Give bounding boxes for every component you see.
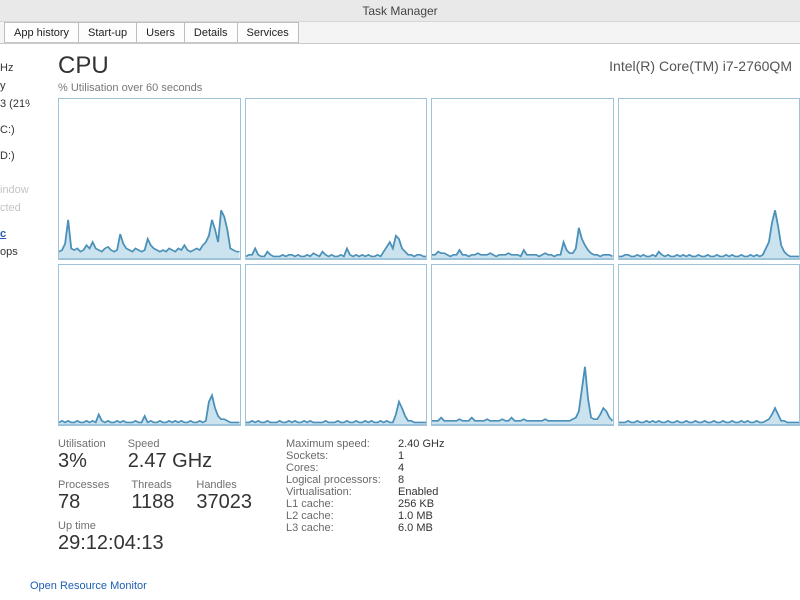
spec-table: Maximum speed:2.40 GHzSockets:1Cores:4Lo… bbox=[286, 438, 444, 555]
spec-key: Logical processors: bbox=[286, 474, 398, 486]
label-handles: Handles bbox=[196, 479, 252, 491]
spec-val: 8 bbox=[398, 474, 404, 486]
spec-key: Virtualisation: bbox=[286, 486, 398, 498]
main-panel: CPU % Utilisation over 60 seconds Intel(… bbox=[30, 44, 800, 600]
open-resource-monitor-link[interactable]: Open Resource Monitor bbox=[30, 580, 147, 592]
spec-val: 4 bbox=[398, 462, 404, 474]
tab-strip: App history Start-up Users Details Servi… bbox=[0, 22, 800, 44]
spec-row: L2 cache:1.0 MB bbox=[286, 510, 444, 522]
label-uptime: Up time bbox=[58, 520, 252, 532]
tab-startup[interactable]: Start-up bbox=[78, 22, 137, 43]
label-utilisation: Utilisation bbox=[58, 438, 106, 450]
core-charts-grid bbox=[58, 98, 800, 426]
value-processes: 78 bbox=[58, 491, 109, 514]
spec-key: L2 cache: bbox=[286, 510, 398, 522]
spec-key: Sockets: bbox=[286, 450, 398, 462]
core-chart bbox=[431, 264, 614, 426]
label-threads: Threads bbox=[131, 479, 174, 491]
spec-val: 256 KB bbox=[398, 498, 434, 510]
spec-row: Logical processors:8 bbox=[286, 474, 444, 486]
spec-val: Enabled bbox=[398, 486, 438, 498]
value-speed: 2.47 GHz bbox=[128, 450, 212, 473]
sidebar-item: cted bbox=[0, 200, 30, 218]
spec-row: Sockets:1 bbox=[286, 450, 444, 462]
sidebar-item[interactable]: C:) bbox=[0, 122, 30, 140]
value-threads: 1188 bbox=[131, 491, 174, 514]
sidebar-item[interactable]: ops bbox=[0, 244, 30, 262]
spec-val: 6.0 MB bbox=[398, 522, 433, 534]
spec-key: L3 cache: bbox=[286, 522, 398, 534]
spec-key: Cores: bbox=[286, 462, 398, 474]
sidebar: Hz y 3 (21%) C:) D:) indow Sna cted c op… bbox=[0, 44, 30, 600]
spec-row: L1 cache:256 KB bbox=[286, 498, 444, 510]
tab-services[interactable]: Services bbox=[237, 22, 299, 43]
spec-val: 1.0 MB bbox=[398, 510, 433, 522]
core-chart bbox=[245, 264, 428, 426]
sidebar-item[interactable]: y bbox=[0, 78, 30, 96]
core-chart bbox=[431, 98, 614, 260]
spec-val: 1 bbox=[398, 450, 404, 462]
core-chart bbox=[58, 264, 241, 426]
spec-row: Cores:4 bbox=[286, 462, 444, 474]
value-utilisation: 3% bbox=[58, 450, 106, 473]
label-processes: Processes bbox=[58, 479, 109, 491]
value-handles: 37023 bbox=[196, 491, 252, 514]
spec-val: 2.40 GHz bbox=[398, 438, 444, 450]
sidebar-item[interactable]: Hz bbox=[0, 60, 30, 78]
core-chart bbox=[58, 98, 241, 260]
sidebar-item[interactable]: D:) bbox=[0, 148, 30, 166]
stats-block: Utilisation 3% Speed 2.47 GHz Processes … bbox=[58, 438, 796, 555]
label-speed: Speed bbox=[128, 438, 212, 450]
chart-caption: % Utilisation over 60 seconds bbox=[58, 82, 202, 94]
spec-key: L1 cache: bbox=[286, 498, 398, 510]
tab-users[interactable]: Users bbox=[136, 22, 185, 43]
cpu-model: Intel(R) Core(TM) i7-2760QM bbox=[609, 52, 792, 74]
page-title: CPU bbox=[58, 52, 202, 80]
value-uptime: 29:12:04:13 bbox=[58, 532, 252, 555]
sidebar-item[interactable]: c bbox=[0, 226, 30, 244]
sidebar-item[interactable]: 3 (21%) bbox=[0, 96, 30, 114]
core-chart bbox=[618, 98, 800, 260]
spec-row: Maximum speed:2.40 GHz bbox=[286, 438, 444, 450]
core-chart bbox=[618, 264, 800, 426]
window-title: Task Manager bbox=[0, 0, 800, 22]
tab-details[interactable]: Details bbox=[184, 22, 238, 43]
tab-app-history[interactable]: App history bbox=[4, 22, 79, 43]
sidebar-item: indow Sna bbox=[0, 182, 30, 200]
spec-key: Maximum speed: bbox=[286, 438, 398, 450]
core-chart bbox=[245, 98, 428, 260]
spec-row: L3 cache:6.0 MB bbox=[286, 522, 444, 534]
spec-row: Virtualisation:Enabled bbox=[286, 486, 444, 498]
